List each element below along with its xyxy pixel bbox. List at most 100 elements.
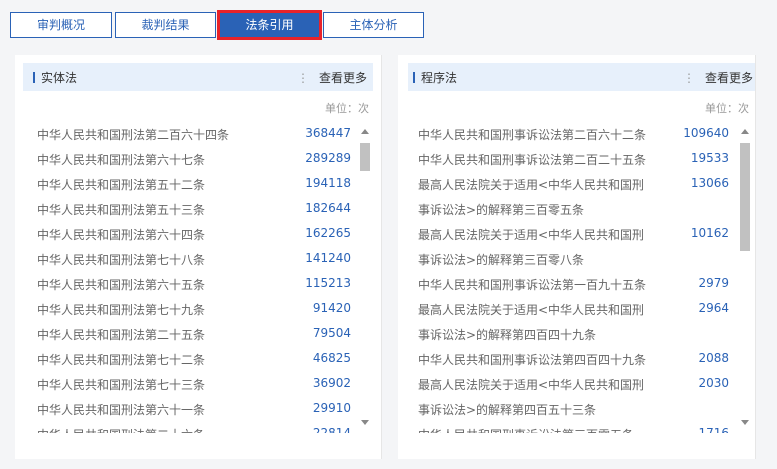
- substantive-law-panel: 实体法 ⋮ 查看更多 单位：次 中华人民共和国刑法第二百六十四条 368447 中华人…: [15, 55, 382, 459]
- list-item[interactable]: 中华人民共和国刑事诉讼法第二百六十二条 109640: [408, 121, 733, 146]
- citation-count: 162265: [305, 226, 351, 240]
- list-item[interactable]: 中华人民共和国刑法第七十二条 46825: [23, 346, 353, 371]
- citation-list-area[interactable]: 中华人民共和国刑事诉讼法第二百六十二条 109640 中华人民共和国刑事诉讼法第二百…: [408, 121, 753, 433]
- procedural-law-panel: 程序法 ⋮ 查看更多 单位：次 中华人民共和国刑事诉讼法第二百六十二条 109640…: [398, 55, 756, 459]
- citation-count: 2030: [698, 376, 729, 390]
- list-item[interactable]: 事诉讼法>的解释第三百零五条: [408, 196, 733, 221]
- scroll-up-icon[interactable]: [741, 129, 749, 134]
- tab-law-citations[interactable]: 法条引用: [217, 10, 322, 40]
- scrollbar[interactable]: [737, 121, 753, 433]
- law-article-name[interactable]: 事诉讼法>的解释第四百四十九条: [418, 326, 596, 343]
- list-item[interactable]: 中华人民共和国刑法第二百六十四条 368447: [23, 121, 353, 146]
- list-item[interactable]: 事诉讼法>的解释第三百零八条: [408, 246, 733, 271]
- law-article-name[interactable]: 最高人民法院关于适用<中华人民共和国刑: [418, 301, 644, 318]
- header-accent-bar: [413, 72, 415, 83]
- list-item[interactable]: 最高人民法院关于适用<中华人民共和国刑 2030: [408, 371, 733, 396]
- law-article-name[interactable]: 中华人民共和国刑事诉讼法第三百零五条: [418, 426, 634, 433]
- list-item[interactable]: 中华人民共和国刑法第六十四条 162265: [23, 221, 353, 246]
- citation-count: 115213: [305, 276, 351, 290]
- tab-party-analysis[interactable]: 主体分析: [323, 12, 424, 38]
- list-item[interactable]: 中华人民共和国刑法第五十三条 182644: [23, 196, 353, 221]
- law-article-name[interactable]: 事诉讼法>的解释第三百零五条: [418, 201, 584, 218]
- law-article-name[interactable]: 中华人民共和国刑法第五十三条: [37, 201, 205, 218]
- citation-count: 91420: [312, 301, 351, 315]
- list-item[interactable]: 中华人民共和国刑法第七十三条 36902: [23, 371, 353, 396]
- citation-count: 79504: [312, 326, 351, 340]
- list-item[interactable]: 中华人民共和国刑法第六十五条 115213: [23, 271, 353, 296]
- list-item[interactable]: 中华人民共和国刑法第二十六条 22814: [23, 421, 353, 433]
- list-item[interactable]: 最高人民法院关于适用<中华人民共和国刑 13066: [408, 171, 733, 196]
- citation-count: 141240: [305, 251, 351, 265]
- citation-count: 29910: [312, 401, 351, 415]
- tab-bar: 审判概况 裁判结果 法条引用 主体分析: [10, 10, 427, 40]
- header-accent-bar: [33, 72, 35, 83]
- law-article-name[interactable]: 最高人民法院关于适用<中华人民共和国刑: [418, 176, 644, 193]
- citation-count: 10162: [690, 226, 729, 240]
- scroll-up-icon[interactable]: [361, 129, 369, 134]
- view-more-label: 查看更多: [704, 71, 753, 85]
- panel-title: 实体法: [41, 71, 78, 85]
- list-item[interactable]: 中华人民共和国刑法第七十九条 91420: [23, 296, 353, 321]
- law-article-name[interactable]: 中华人民共和国刑法第七十三条: [37, 376, 205, 393]
- tab-judgment-results[interactable]: 裁判结果: [115, 12, 216, 38]
- scroll-down-icon[interactable]: [741, 420, 749, 425]
- list-item[interactable]: 中华人民共和国刑法第七十八条 141240: [23, 246, 353, 271]
- scrollbar[interactable]: [357, 121, 373, 433]
- list-item[interactable]: 最高人民法院关于适用<中华人民共和国刑 10162: [408, 221, 733, 246]
- list-item[interactable]: 中华人民共和国刑法第六十一条 29910: [23, 396, 353, 421]
- law-article-name[interactable]: 中华人民共和国刑法第二十五条: [37, 326, 205, 343]
- panel-header: 程序法 ⋮ 查看更多: [408, 63, 755, 91]
- citation-count: 46825: [312, 351, 351, 365]
- law-article-name[interactable]: 中华人民共和国刑法第六十五条: [37, 276, 205, 293]
- citation-count: 2979: [698, 276, 729, 290]
- law-article-name[interactable]: 中华人民共和国刑法第七十八条: [37, 251, 205, 268]
- citation-count: 289289: [305, 151, 351, 165]
- law-article-name[interactable]: 中华人民共和国刑事诉讼法第一百九十五条: [418, 276, 646, 293]
- law-article-name[interactable]: 中华人民共和国刑法第五十二条: [37, 176, 205, 193]
- law-article-name[interactable]: 事诉讼法>的解释第四百五十三条: [418, 401, 596, 418]
- citation-count: 36902: [312, 376, 351, 390]
- list-item[interactable]: 中华人民共和国刑法第六十七条 289289: [23, 146, 353, 171]
- citation-list-area[interactable]: 中华人民共和国刑法第二百六十四条 368447 中华人民共和国刑法第六十七条 2892…: [23, 121, 373, 433]
- list-item[interactable]: 事诉讼法>的解释第四百四十九条: [408, 321, 733, 346]
- scroll-thumb[interactable]: [740, 143, 750, 251]
- citation-list: 中华人民共和国刑事诉讼法第二百六十二条 109640 中华人民共和国刑事诉讼法第二百…: [408, 121, 733, 433]
- tab-trial-overview[interactable]: 审判概况: [10, 12, 112, 38]
- scroll-thumb[interactable]: [360, 143, 370, 171]
- view-more-link[interactable]: ⋮ 查看更多: [297, 69, 367, 86]
- law-article-name[interactable]: 中华人民共和国刑法第六十四条: [37, 226, 205, 243]
- citation-count: 19533: [690, 151, 729, 165]
- list-item[interactable]: 中华人民共和国刑事诉讼法第三百零五条 1716: [408, 421, 733, 433]
- law-article-name[interactable]: 事诉讼法>的解释第三百零八条: [418, 251, 584, 268]
- citation-count: 2088: [698, 351, 729, 365]
- law-article-name[interactable]: 中华人民共和国刑法第七十九条: [37, 301, 205, 318]
- law-article-name[interactable]: 最高人民法院关于适用<中华人民共和国刑: [418, 376, 644, 393]
- law-article-name[interactable]: 中华人民共和国刑法第二百六十四条: [37, 126, 229, 143]
- citation-count: 22814: [312, 426, 351, 433]
- law-article-name[interactable]: 中华人民共和国刑法第六十七条: [37, 151, 205, 168]
- citation-count: 2964: [698, 301, 729, 315]
- unit-label: 单位：次: [325, 102, 369, 115]
- law-article-name[interactable]: 最高人民法院关于适用<中华人民共和国刑: [418, 226, 644, 243]
- list-item[interactable]: 中华人民共和国刑法第五十二条 194118: [23, 171, 353, 196]
- citation-list: 中华人民共和国刑法第二百六十四条 368447 中华人民共和国刑法第六十七条 2892…: [23, 121, 353, 433]
- law-article-name[interactable]: 中华人民共和国刑法第七十二条: [37, 351, 205, 368]
- citation-count: 194118: [305, 176, 351, 190]
- list-item[interactable]: 中华人民共和国刑事诉讼法第四百四十九条 2088: [408, 346, 733, 371]
- view-more-link[interactable]: ⋮ 查看更多: [683, 69, 753, 86]
- citation-count: 368447: [305, 126, 351, 140]
- law-article-name[interactable]: 中华人民共和国刑事诉讼法第二百二十五条: [418, 151, 646, 168]
- law-article-name[interactable]: 中华人民共和国刑法第二十六条: [37, 426, 205, 433]
- more-dots-icon: ⋮: [682, 71, 695, 85]
- law-article-name[interactable]: 中华人民共和国刑事诉讼法第四百四十九条: [418, 351, 646, 368]
- list-item[interactable]: 中华人民共和国刑事诉讼法第二百二十五条 19533: [408, 146, 733, 171]
- list-item[interactable]: 最高人民法院关于适用<中华人民共和国刑 2964: [408, 296, 733, 321]
- citation-count: 13066: [690, 176, 729, 190]
- list-item[interactable]: 事诉讼法>的解释第四百五十三条: [408, 396, 733, 421]
- law-article-name[interactable]: 中华人民共和国刑法第六十一条: [37, 401, 205, 418]
- scroll-down-icon[interactable]: [361, 420, 369, 425]
- law-article-name[interactable]: 中华人民共和国刑事诉讼法第二百六十二条: [418, 126, 646, 143]
- panel-header: 实体法 ⋮ 查看更多: [23, 63, 373, 91]
- list-item[interactable]: 中华人民共和国刑法第二十五条 79504: [23, 321, 353, 346]
- list-item[interactable]: 中华人民共和国刑事诉讼法第一百九十五条 2979: [408, 271, 733, 296]
